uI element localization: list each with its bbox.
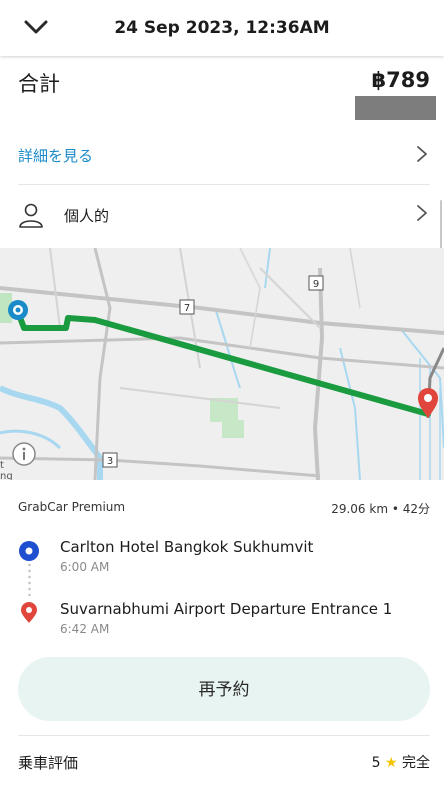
profile-type-label: 個人的 bbox=[64, 207, 110, 225]
origin-pin-icon bbox=[8, 300, 28, 320]
map-road-label: 3 bbox=[107, 456, 113, 467]
route-connector bbox=[28, 562, 31, 596]
ride-summary-row: GrabCar Premium 29.06 km • 42分 bbox=[18, 500, 430, 520]
map-place-text: t bbox=[0, 460, 4, 471]
total-amount: ฿789 bbox=[371, 68, 430, 92]
view-details-link[interactable]: 詳細を見る bbox=[18, 145, 93, 166]
ride-rating-label: 乗車評価 bbox=[18, 754, 79, 772]
info-icon[interactable] bbox=[12, 442, 36, 466]
map-road-label: 9 bbox=[313, 279, 319, 290]
ride-rating-row: 乗車評価 5 ★ 完全 bbox=[18, 750, 430, 774]
dropoff-time: 6:42 AM bbox=[60, 622, 110, 636]
pickup-name: Carlton Hotel Bangkok Sukhumvit bbox=[60, 538, 314, 556]
pickup-stop: Carlton Hotel Bangkok Sukhumvit 6:00 AM bbox=[18, 538, 430, 582]
star-icon: ★ bbox=[384, 755, 398, 771]
divider bbox=[18, 735, 430, 736]
chevron-right-icon bbox=[417, 146, 427, 162]
rebook-button[interactable]: 再予約 bbox=[18, 657, 430, 721]
ride-rating-value: 5 ★ 完全 bbox=[372, 752, 430, 772]
total-row: 合計 ฿789 bbox=[18, 68, 430, 98]
route-map[interactable]: 7 9 3 t ng bbox=[0, 248, 444, 480]
rating-number: 5 bbox=[371, 755, 381, 771]
dropoff-pin-icon bbox=[21, 602, 37, 623]
dropoff-name: Suvarnabhumi Airport Departure Entrance … bbox=[60, 600, 393, 618]
distance-duration: 29.06 km • 42分 bbox=[331, 502, 430, 516]
pickup-dot-icon bbox=[19, 541, 39, 561]
profile-type-row[interactable]: 個人的 bbox=[18, 197, 428, 233]
redacted-payment-info bbox=[355, 96, 436, 120]
map-canvas: 7 9 3 t ng bbox=[0, 248, 444, 480]
service-type: GrabCar Premium bbox=[18, 500, 126, 514]
divider bbox=[18, 184, 430, 185]
map-place-text: ng bbox=[0, 471, 13, 480]
view-details-row[interactable]: 詳細を見る bbox=[18, 138, 428, 172]
total-label: 合計 bbox=[18, 72, 60, 96]
person-icon bbox=[19, 203, 43, 228]
pickup-time: 6:00 AM bbox=[60, 560, 110, 574]
rebook-label: 再予約 bbox=[198, 680, 250, 699]
dropoff-stop: Suvarnabhumi Airport Departure Entrance … bbox=[18, 600, 430, 644]
header-bar: 24 Sep 2023, 12:36AM bbox=[0, 0, 444, 56]
ride-date-title: 24 Sep 2023, 12:36AM bbox=[114, 18, 330, 38]
map-road-label: 7 bbox=[184, 303, 190, 314]
rating-status: 完全 bbox=[402, 755, 430, 771]
chevron-right-icon bbox=[417, 205, 427, 221]
